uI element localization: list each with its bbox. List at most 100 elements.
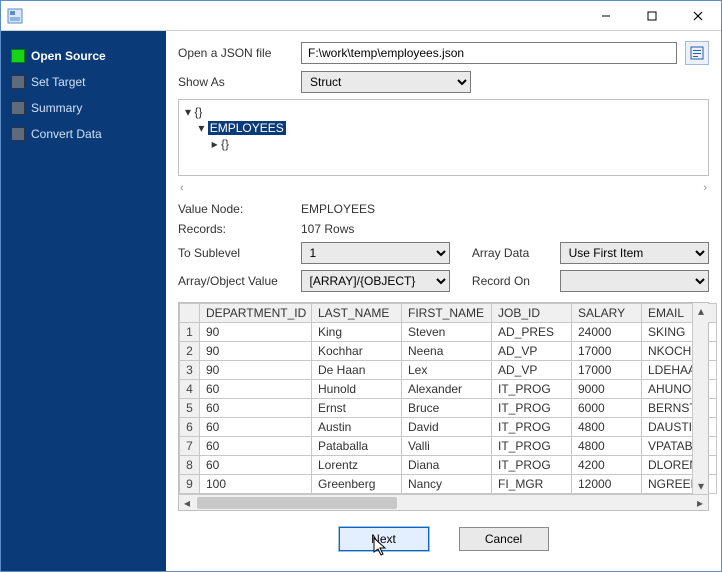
table-row[interactable]: 560ErnstBruceIT_PROG6000BERNST: [180, 399, 717, 418]
cell-jobid[interactable]: AD_VP: [492, 361, 572, 380]
json-tree[interactable]: ▾ {} ▾ EMPLOYEES ▸ {}: [178, 99, 709, 176]
minimize-button[interactable]: [583, 1, 629, 31]
cell-firstname[interactable]: Bruce: [402, 399, 492, 418]
table-row[interactable]: 9100GreenbergNancyFI_MGR12000NGREENE: [180, 475, 717, 494]
maximize-button[interactable]: [629, 1, 675, 31]
footer: Next Cancel: [178, 517, 709, 561]
cell-jobid[interactable]: IT_PROG: [492, 456, 572, 475]
cell-jobid[interactable]: IT_PROG: [492, 437, 572, 456]
sidebar-item-set-target[interactable]: Set Target: [9, 69, 158, 95]
cell-department[interactable]: 90: [200, 361, 312, 380]
file-path-input[interactable]: [301, 42, 677, 64]
cell-jobid[interactable]: FI_MGR: [492, 475, 572, 494]
scroll-left-icon[interactable]: ◂: [179, 495, 195, 511]
step-indicator-icon: [11, 75, 25, 89]
col-department[interactable]: DEPARTMENT_ID: [200, 304, 312, 323]
cell-salary[interactable]: 17000: [572, 342, 642, 361]
cell-salary[interactable]: 24000: [572, 323, 642, 342]
rownum-cell: 4: [180, 380, 200, 399]
sidebar-item-label: Open Source: [31, 49, 106, 63]
cell-jobid[interactable]: IT_PROG: [492, 418, 572, 437]
show-as-select[interactable]: Struct: [301, 71, 471, 93]
cell-salary[interactable]: 12000: [572, 475, 642, 494]
cell-salary[interactable]: 4800: [572, 437, 642, 456]
table-row[interactable]: 390De HaanLexAD_VP17000LDEHAAN: [180, 361, 717, 380]
sidebar-item-open-source[interactable]: Open Source: [9, 43, 158, 69]
col-jobid[interactable]: JOB_ID: [492, 304, 572, 323]
table-row[interactable]: 460HunoldAlexanderIT_PROG9000AHUNOL: [180, 380, 717, 399]
cell-firstname[interactable]: Nancy: [402, 475, 492, 494]
col-lastname[interactable]: LAST_NAME: [312, 304, 402, 323]
open-file-label: Open a JSON file: [178, 46, 293, 60]
cell-lastname[interactable]: King: [312, 323, 402, 342]
cell-lastname[interactable]: Pataballa: [312, 437, 402, 456]
table-row[interactable]: 290KochharNeenaAD_VP17000NKOCHH: [180, 342, 717, 361]
sidebar-item-label: Set Target: [31, 75, 85, 89]
cell-salary[interactable]: 9000: [572, 380, 642, 399]
cell-firstname[interactable]: Alexander: [402, 380, 492, 399]
array-obj-select[interactable]: [ARRAY]/{OBJECT}: [301, 270, 450, 292]
browse-file-button[interactable]: [685, 41, 709, 65]
cell-jobid[interactable]: IT_PROG: [492, 399, 572, 418]
cell-firstname[interactable]: Steven: [402, 323, 492, 342]
to-sublevel-select[interactable]: 1: [301, 242, 450, 264]
rownum-cell: 1: [180, 323, 200, 342]
record-on-select[interactable]: [560, 270, 709, 292]
table-row[interactable]: 860LorentzDianaIT_PROG4200DLORENT: [180, 456, 717, 475]
cell-salary[interactable]: 4800: [572, 418, 642, 437]
cell-department[interactable]: 90: [200, 323, 312, 342]
cell-lastname[interactable]: Greenberg: [312, 475, 402, 494]
table-row[interactable]: 190KingStevenAD_PRES24000SKING: [180, 323, 717, 342]
cell-department[interactable]: 60: [200, 456, 312, 475]
cell-department[interactable]: 60: [200, 437, 312, 456]
rownum-cell: 2: [180, 342, 200, 361]
cell-department[interactable]: 90: [200, 342, 312, 361]
cell-jobid[interactable]: AD_PRES: [492, 323, 572, 342]
cell-lastname[interactable]: Kochhar: [312, 342, 402, 361]
cell-department[interactable]: 60: [200, 399, 312, 418]
cell-salary[interactable]: 17000: [572, 361, 642, 380]
scroll-thumb[interactable]: [197, 497, 397, 509]
cell-firstname[interactable]: David: [402, 418, 492, 437]
scroll-right-icon[interactable]: ▸: [692, 495, 708, 511]
cell-department[interactable]: 60: [200, 380, 312, 399]
cell-lastname[interactable]: De Haan: [312, 361, 402, 380]
cell-lastname[interactable]: Austin: [312, 418, 402, 437]
cell-salary[interactable]: 4200: [572, 456, 642, 475]
table-row[interactable]: 660AustinDavidIT_PROG4800DAUSTIN: [180, 418, 717, 437]
cell-firstname[interactable]: Lex: [402, 361, 492, 380]
scroll-down-icon[interactable]: ▾: [693, 478, 709, 494]
col-salary[interactable]: SALARY: [572, 304, 642, 323]
cell-lastname[interactable]: Lorentz: [312, 456, 402, 475]
cell-firstname[interactable]: Valli: [402, 437, 492, 456]
table-horizontal-scrollbar[interactable]: ◂ ▸: [179, 494, 708, 510]
cancel-button[interactable]: Cancel: [459, 527, 549, 551]
scroll-up-icon[interactable]: ▴: [693, 303, 709, 319]
array-data-select[interactable]: Use First Item: [560, 242, 709, 264]
cell-lastname[interactable]: Ernst: [312, 399, 402, 418]
cell-jobid[interactable]: AD_VP: [492, 342, 572, 361]
value-node-label: Value Node:: [178, 202, 293, 216]
table-vertical-scrollbar[interactable]: ▴ ▾: [692, 303, 708, 494]
sidebar-item-summary[interactable]: Summary: [9, 95, 158, 121]
cell-salary[interactable]: 6000: [572, 399, 642, 418]
tree-node-employees[interactable]: EMPLOYEES: [208, 121, 286, 135]
rownum-cell: 6: [180, 418, 200, 437]
cell-firstname[interactable]: Diana: [402, 456, 492, 475]
sidebar-item-convert-data[interactable]: Convert Data: [9, 121, 158, 147]
table-row[interactable]: 760PataballaValliIT_PROG4800VPATABAL: [180, 437, 717, 456]
col-firstname[interactable]: FIRST_NAME: [402, 304, 492, 323]
value-node-value: EMPLOYEES: [301, 202, 375, 216]
rownum-header: [180, 304, 200, 323]
cell-department[interactable]: 60: [200, 418, 312, 437]
cell-department[interactable]: 100: [200, 475, 312, 494]
next-button[interactable]: Next: [339, 527, 429, 551]
cell-firstname[interactable]: Neena: [402, 342, 492, 361]
data-table[interactable]: DEPARTMENT_ID LAST_NAME FIRST_NAME JOB_I…: [179, 303, 717, 494]
open-file-icon: [689, 45, 705, 61]
cell-jobid[interactable]: IT_PROG: [492, 380, 572, 399]
close-button[interactable]: [675, 1, 721, 31]
cell-lastname[interactable]: Hunold: [312, 380, 402, 399]
tree-scrollbar[interactable]: ‹›: [178, 182, 709, 194]
show-as-label: Show As: [178, 75, 293, 89]
